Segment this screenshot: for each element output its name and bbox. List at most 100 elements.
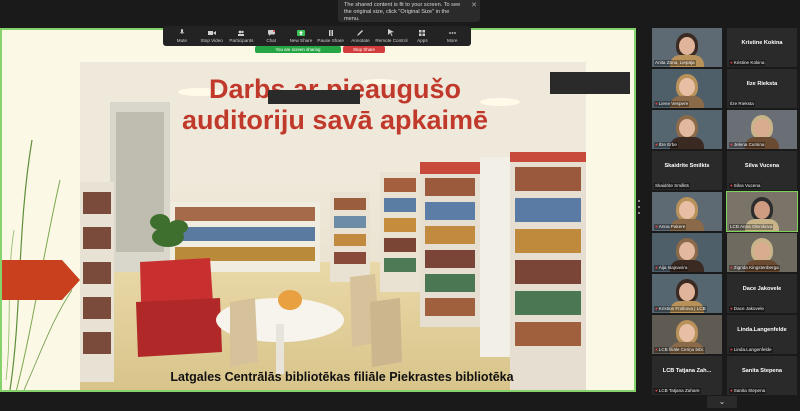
participant-name: Skaidrite Smilkts xyxy=(655,183,689,188)
participant-name: LCB Anna Olenikova xyxy=(730,224,773,229)
arrow-decoration xyxy=(2,260,80,300)
participant-label: ●Dace Jakovele xyxy=(729,306,765,312)
participant-label: LCB Anna Olenikova xyxy=(729,224,774,230)
participant-video xyxy=(679,37,695,55)
participant-tile[interactable]: ●LCB filiāle Ceriņu bibl. xyxy=(652,315,722,354)
stop-share-button[interactable]: Stop Share xyxy=(343,46,385,53)
participant-name-display: Sanita Stepena xyxy=(741,368,783,374)
muted-microphone-icon: ● xyxy=(730,142,733,147)
participant-name: Ilze Erbe xyxy=(658,142,677,147)
participant-label: ●Zigrida Kingstenberga xyxy=(729,265,780,271)
participant-tile[interactable]: Kristine Kokina ●Kristine Kokina xyxy=(727,28,797,67)
participants-icon xyxy=(237,29,245,36)
close-icon[interactable]: ✕ xyxy=(471,2,477,9)
muted-microphone-icon: ● xyxy=(730,60,733,65)
mute-button[interactable]: Mute xyxy=(167,26,197,46)
microphone-icon xyxy=(178,29,186,36)
participants-button[interactable]: Participants xyxy=(227,26,257,46)
participant-label: ●Sanita Stepena xyxy=(729,388,767,394)
participant-tile[interactable]: Linda.Langenfelde ●Linda.Langenfelde xyxy=(727,315,797,354)
participant-tile[interactable]: ●Jelena Cursina xyxy=(727,110,797,149)
stop-video-button[interactable]: Stop Video xyxy=(197,26,227,46)
participant-name: Ilze Rieksta xyxy=(730,101,754,106)
mute-label: Mute xyxy=(176,38,187,43)
participant-tile[interactable]: ●Kristine Frolkova | LCB xyxy=(652,274,722,313)
slide-title-line2: auditoriju savā apkaimē xyxy=(181,105,489,135)
participant-video xyxy=(679,78,695,96)
stop-video-label: Stop Video xyxy=(200,38,223,43)
annotate-label: Annotate xyxy=(351,38,370,43)
participant-name-display: Dace Jakovele xyxy=(742,286,782,292)
participant-name: LCB Tatjana Zahare xyxy=(658,388,700,393)
participant-name: Anna Pakere xyxy=(658,224,686,229)
chat-button[interactable]: Chat xyxy=(256,26,286,46)
participant-label: ●Silva Vucena xyxy=(729,183,762,189)
participant-tile[interactable]: LCB Tatjana Zah... ●LCB Tatjana Zahare xyxy=(652,356,722,395)
participant-name: Linda.Langenfelde xyxy=(733,347,772,352)
muted-microphone-icon: ● xyxy=(655,265,658,270)
leaf-decoration xyxy=(5,139,73,390)
participant-tile[interactable]: Dace Jakovele ●Dace Jakovele xyxy=(727,274,797,313)
participant-name-display: Kristine Kokina xyxy=(741,40,783,46)
remote-control-label: Remote Control xyxy=(375,38,408,43)
participant-tile[interactable]: Sanita Stepena ●Sanita Stepena xyxy=(727,356,797,395)
screen-sharing-indicator[interactable]: You are screen sharing xyxy=(255,46,341,53)
muted-microphone-icon: ● xyxy=(655,306,658,311)
participant-tile[interactable]: Ilze Rieksta Ilze Rieksta xyxy=(727,69,797,108)
participant-label: ●Linda.Langenfelde xyxy=(729,347,773,353)
new-share-label: New Share xyxy=(289,38,313,43)
participant-name-display: LCB Tatjana Zah... xyxy=(662,368,712,374)
participant-label: ●Liene Vespere xyxy=(654,101,690,107)
participant-video xyxy=(679,201,695,219)
participant-name: Anita Zūna, Liepāja xyxy=(655,60,695,65)
participant-video xyxy=(679,119,695,137)
fit-screen-notice: The shared content is fit to your screen… xyxy=(338,0,480,22)
redacted-box xyxy=(268,90,360,104)
participant-tile[interactable]: ●Anna Pakere xyxy=(652,192,722,231)
participant-label: ●Kristine Frolkova | LCB xyxy=(654,306,707,312)
participant-label: Anita Zūna, Liepāja xyxy=(654,60,696,66)
participant-gallery: Anita Zūna, Liepāja Kristine Kokina ●Krist… xyxy=(652,28,798,395)
muted-microphone-icon: ● xyxy=(655,101,658,106)
slide-caption: Latgales Centrālās bibliotēkas filiāle P… xyxy=(170,370,514,384)
more-label: More xyxy=(446,38,458,43)
participant-name-display: Skaidrite Smilkts xyxy=(664,163,710,169)
participant-name-display: Ilze Rieksta xyxy=(746,81,778,87)
participant-tile[interactable]: ●Liene Vespere xyxy=(652,69,722,108)
apps-icon xyxy=(418,29,426,36)
participant-video xyxy=(679,324,695,342)
chevron-down-icon[interactable]: ⌄ xyxy=(707,396,737,408)
participant-tile[interactable]: Skaidrite Smilkts Skaidrite Smilkts xyxy=(652,151,722,190)
share-screen-icon xyxy=(296,29,305,36)
remote-control-button[interactable]: Remote Control xyxy=(375,26,408,46)
participant-tile[interactable]: ●Ilze Erbe xyxy=(652,110,722,149)
pause-share-button[interactable]: Pause Share xyxy=(316,26,346,46)
participant-name: LCB filiāle Ceriņu bibl. xyxy=(658,347,704,352)
participant-label: ●LCB Tatjana Zahare xyxy=(654,388,701,394)
participant-label: ●LCB filiāle Ceriņu bibl. xyxy=(654,347,705,353)
participant-tile[interactable]: ●Zigrida Kingstenberga xyxy=(727,233,797,272)
more-button[interactable]: More xyxy=(437,26,467,46)
muted-microphone-icon: ● xyxy=(655,142,658,147)
notice-text: The shared content is fit to your screen… xyxy=(344,2,461,22)
shared-screen: Darbs ar pieaugušo auditoriju savā apkai… xyxy=(0,28,636,392)
muted-microphone-icon: ● xyxy=(655,224,658,229)
muted-microphone-icon: ● xyxy=(730,347,733,352)
gallery-resize-handle[interactable] xyxy=(638,200,640,214)
slide-title: Darbs ar pieaugušo auditoriju savā apkai… xyxy=(120,74,550,136)
participant-label: ●Anna Pakere xyxy=(654,224,687,230)
apps-button[interactable]: Apps xyxy=(408,26,438,46)
participant-tile[interactable]: ●Aija Isajnavira xyxy=(652,233,722,272)
participant-tile[interactable]: Anita Zūna, Liepāja xyxy=(652,28,722,67)
participant-tile[interactable]: Silva Vucena ●Silva Vucena xyxy=(727,151,797,190)
pause-icon xyxy=(327,29,335,36)
participant-label: Skaidrite Smilkts xyxy=(654,183,690,189)
participant-tile[interactable]: LCB Anna Olenikova xyxy=(726,191,798,232)
muted-microphone-icon: ● xyxy=(730,265,733,270)
participant-name: Kristine Kokina xyxy=(733,60,765,65)
muted-microphone-icon: ● xyxy=(730,183,733,188)
annotate-button[interactable]: Annotate xyxy=(346,26,376,46)
participant-name: Silva Vucena xyxy=(733,183,761,188)
new-share-button[interactable]: New Share xyxy=(286,26,316,46)
participant-video xyxy=(754,119,770,137)
